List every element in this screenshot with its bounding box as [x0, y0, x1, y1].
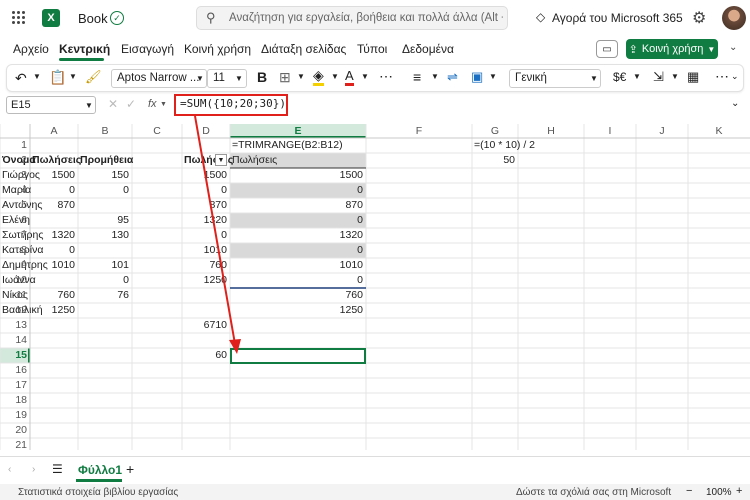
- row-header-15[interactable]: 15: [0, 348, 27, 363]
- row-header-3[interactable]: 3: [0, 168, 27, 183]
- row-header-4[interactable]: 4: [0, 183, 27, 198]
- annotation-arrow: [194, 115, 241, 354]
- row-header-20[interactable]: 20: [0, 423, 27, 438]
- column-header-A[interactable]: A: [30, 124, 78, 139]
- row-header-16[interactable]: 16: [0, 363, 27, 378]
- row-header-12[interactable]: 12: [0, 303, 27, 318]
- row-header-5[interactable]: 5: [0, 198, 27, 213]
- row-header-7[interactable]: 7: [0, 228, 27, 243]
- zoom-level[interactable]: 100%: [706, 487, 732, 498]
- row-header-14[interactable]: 14: [0, 333, 27, 348]
- prev-sheet-icon[interactable]: ‹: [8, 464, 11, 475]
- workbook-statistics-link[interactable]: Στατιστικά στοιχεία βιβλίου εργασίας: [18, 487, 178, 498]
- zoom-in-icon[interactable]: +: [736, 485, 742, 497]
- feedback-link[interactable]: Δώστε τα σχόλιά σας στη Microsoft: [516, 487, 671, 498]
- column-header-H[interactable]: H: [518, 124, 584, 139]
- row-header-2[interactable]: 2: [0, 153, 27, 168]
- column-header-I[interactable]: I: [584, 124, 636, 139]
- column-header-G[interactable]: G: [472, 124, 518, 139]
- row-header-6[interactable]: 6: [0, 213, 27, 228]
- row-header-13[interactable]: 13: [0, 318, 27, 333]
- column-header-B[interactable]: B: [78, 124, 132, 139]
- column-header-D[interactable]: D: [182, 124, 230, 139]
- row-header-8[interactable]: 8: [0, 243, 27, 258]
- row-header-21[interactable]: 21: [0, 438, 27, 453]
- row-header-11[interactable]: 11: [0, 288, 27, 303]
- next-sheet-icon[interactable]: ›: [32, 464, 35, 475]
- column-header-F[interactable]: F: [366, 124, 472, 139]
- row-header-17[interactable]: 17: [0, 378, 27, 393]
- all-sheets-icon[interactable]: ☰: [52, 462, 63, 476]
- row-header-19[interactable]: 19: [0, 408, 27, 423]
- zoom-out-icon[interactable]: −: [686, 485, 692, 497]
- sheet-tab-label: Φύλλο1: [78, 463, 123, 477]
- column-header-J[interactable]: J: [636, 124, 688, 139]
- row-header-10[interactable]: 10: [0, 273, 27, 288]
- add-sheet-icon[interactable]: +: [126, 461, 134, 477]
- row-header-18[interactable]: 18: [0, 393, 27, 408]
- column-header-K[interactable]: K: [688, 124, 750, 139]
- row-header-1[interactable]: 1: [0, 138, 27, 153]
- row-header-9[interactable]: 9: [0, 258, 27, 273]
- column-header-E[interactable]: E: [230, 124, 366, 139]
- column-header-C[interactable]: C: [132, 124, 182, 139]
- sheet-tab[interactable]: Φύλλο1: [76, 460, 122, 482]
